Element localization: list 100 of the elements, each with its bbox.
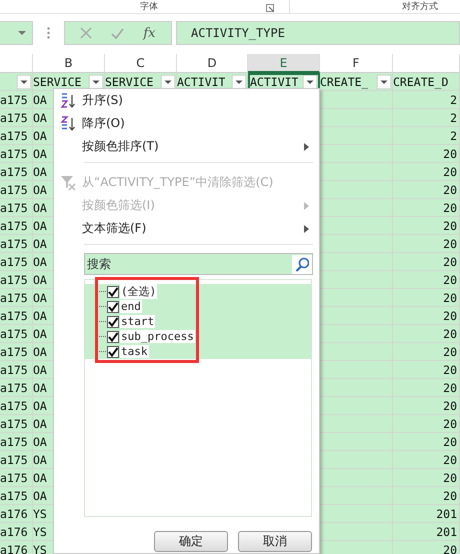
header-text: CREATE_ xyxy=(320,74,368,88)
filter-dropdown-icon[interactable] xyxy=(377,74,391,88)
table-cell: 20 xyxy=(393,541,460,554)
checkbox[interactable] xyxy=(107,330,119,342)
table-cell: 2 xyxy=(393,109,460,127)
table-cell: 20 xyxy=(393,397,460,415)
table-cell: 20 xyxy=(393,379,460,397)
checkbox-label[interactable]: sub_process xyxy=(120,330,195,343)
table-cell: 2 xyxy=(393,127,460,145)
checkbox-label[interactable]: end xyxy=(120,300,142,313)
table-cell: 20 xyxy=(393,181,460,199)
search-icon[interactable] xyxy=(292,254,312,274)
group-label: 字体 xyxy=(140,1,158,13)
table-cell: a175 xyxy=(0,469,33,487)
grip-icon xyxy=(47,27,50,39)
table-cell: 20 xyxy=(393,469,460,487)
table-cell: 20 xyxy=(393,253,460,271)
header-text: SERVICE xyxy=(105,74,154,88)
dialog-button[interactable]: 取消 xyxy=(238,531,312,552)
table-cell: 20 xyxy=(393,289,460,307)
table-cell: 20 xyxy=(393,235,460,253)
filter-dropdown-icon[interactable] xyxy=(17,74,31,88)
tree-line-icon xyxy=(97,336,107,337)
table-cell: 20 xyxy=(393,307,460,325)
tree-line-icon xyxy=(97,291,107,292)
table-cell: a175 xyxy=(0,235,33,253)
formula-field[interactable]: ACTIVITY_TYPE xyxy=(176,21,460,45)
tree-line-icon xyxy=(97,306,107,307)
table-cell: 20 xyxy=(393,433,460,451)
submenu-arrow-icon xyxy=(304,202,309,210)
table-cell: a175 xyxy=(0,181,33,199)
table-cell: 20 xyxy=(393,163,460,181)
table-cell: a175 xyxy=(0,433,33,451)
submenu-arrow-icon xyxy=(304,224,309,232)
checkbox[interactable] xyxy=(107,316,119,328)
table-cell: a175 xyxy=(0,415,33,433)
checkbox-label[interactable]: start xyxy=(120,315,156,328)
checkbox-label[interactable]: task xyxy=(120,345,148,358)
table-cell: 20 xyxy=(393,415,460,433)
filter-dropdown-icon[interactable] xyxy=(303,75,317,89)
table-cell: a175 xyxy=(0,487,33,505)
header-text: SERVICE xyxy=(33,74,82,88)
insert-function-button[interactable]: fx xyxy=(143,26,156,40)
table-cell: a176 xyxy=(0,505,33,523)
table-cell: a175 xyxy=(0,325,33,343)
header-text: CREATE_D xyxy=(393,74,448,88)
table-cell: 20 xyxy=(393,325,460,343)
table-cell: a175 xyxy=(0,145,33,163)
clear-filter-icon xyxy=(60,174,76,190)
table-cell: a175 xyxy=(0,163,33,181)
sort-icon xyxy=(60,92,76,108)
group-label: 对齐方式 xyxy=(402,1,438,13)
table-cell: 20 xyxy=(393,145,460,163)
checkbox-label[interactable]: (全选) xyxy=(120,284,158,299)
table-cell: a175 xyxy=(0,271,33,289)
table-cell: a175 xyxy=(0,361,33,379)
dialog-button[interactable]: 确定 xyxy=(154,531,228,552)
table-cell: a175 xyxy=(0,253,33,271)
column-header[interactable]: E xyxy=(248,54,320,73)
table-cell: 201 xyxy=(393,505,460,523)
table-cell: a175 xyxy=(0,451,33,469)
table-cell: 201 xyxy=(393,523,460,541)
table-cell: a175 xyxy=(0,397,33,415)
table-cell: a175 xyxy=(0,109,33,127)
table-cell: a176 xyxy=(0,541,33,554)
checkbox[interactable] xyxy=(107,286,119,298)
dropdown-icon[interactable] xyxy=(18,31,26,35)
table-cell: 20 xyxy=(393,343,460,361)
dialog-launcher-icon[interactable] xyxy=(266,4,274,12)
filter-dropdown-icon[interactable] xyxy=(161,74,175,88)
filter-dropdown-icon[interactable] xyxy=(89,74,103,88)
header-cell[interactable]: CREATE_ xyxy=(320,73,393,91)
table-cell: 2 xyxy=(393,91,460,109)
table-cell: 20 xyxy=(393,271,460,289)
filter-dropdown-icon[interactable] xyxy=(232,74,246,88)
table-cell: 20 xyxy=(393,361,460,379)
table-cell: a175 xyxy=(0,343,33,361)
table-cell: 20 xyxy=(393,451,460,469)
header-cell[interactable] xyxy=(0,73,33,91)
table-cell: a175 xyxy=(0,199,33,217)
checkbox[interactable] xyxy=(107,300,119,312)
check-icon[interactable] xyxy=(111,26,124,40)
table-cell: a175 xyxy=(0,91,33,109)
table-cell: a176 xyxy=(0,523,33,541)
search-field[interactable]: 搜索 xyxy=(84,253,313,275)
table-cell: a175 xyxy=(0,127,33,145)
sort-icon xyxy=(60,116,76,132)
table-cell: 20 xyxy=(393,487,460,505)
table-cell: a175 xyxy=(0,379,33,397)
header-text: ACTIVIT xyxy=(250,75,298,89)
table-cell: a175 xyxy=(0,307,33,325)
table-cell: 20 xyxy=(393,199,460,217)
table-cell: a175 xyxy=(0,289,33,307)
tree-line-icon xyxy=(97,351,107,352)
table-cell: 20 xyxy=(393,217,460,235)
checkbox[interactable] xyxy=(107,346,119,358)
header-text: ACTIVIT xyxy=(177,74,226,88)
table-cell: a175 xyxy=(0,217,33,235)
header-cell[interactable]: CREATE_D xyxy=(393,73,460,91)
submenu-arrow-icon xyxy=(304,142,309,150)
